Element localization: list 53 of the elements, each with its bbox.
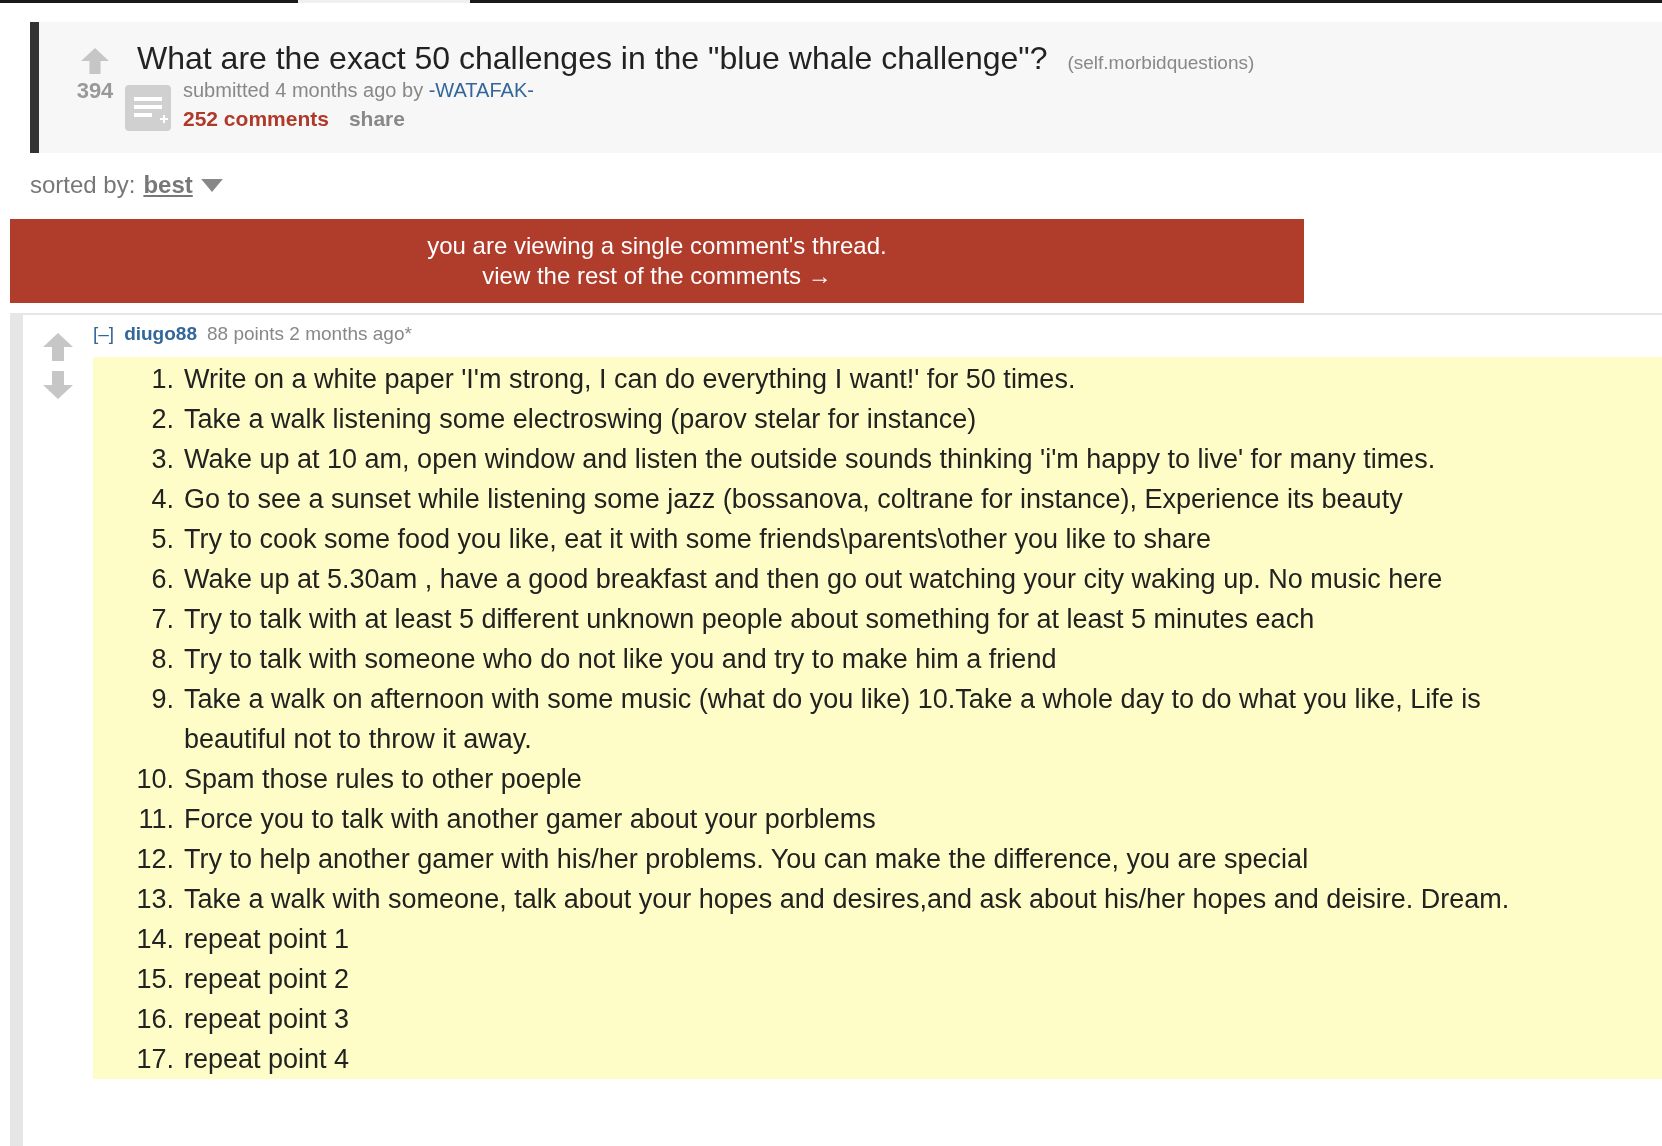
list-number: 16. bbox=[135, 1003, 174, 1036]
post-domain[interactable]: (self.morbidquestions) bbox=[1067, 52, 1255, 74]
list-item-text: Spam those rules to other poeple bbox=[184, 763, 582, 796]
list-item-text: Take a walk listening some electroswing (parov stelar for instance) bbox=[184, 403, 977, 436]
list-item-text: repeat point 2 bbox=[184, 963, 350, 996]
share-link[interactable]: share bbox=[348, 107, 405, 131]
list-number: 2. bbox=[150, 403, 174, 436]
banner-text: you are viewing a single comment's thread. bbox=[427, 231, 887, 261]
list-item-text: repeat point 1 bbox=[184, 923, 350, 956]
submitted-text: submitted 4 months ago by bbox=[183, 79, 424, 101]
view-all-link[interactable]: view the rest of the comments → bbox=[482, 261, 832, 291]
list-item-text: Try to talk with at least 5 different unknown people about something for at least 5 minutes each bbox=[184, 603, 1315, 636]
list-item-text: Try to talk with someone who do not like you and try to make him a friend bbox=[184, 643, 1057, 676]
list-item-text: Try to cook some food you like, eat it with some friends\parents\other you like to share bbox=[184, 523, 1211, 556]
list-number: 1. bbox=[150, 363, 174, 396]
list-number: 10. bbox=[135, 763, 174, 796]
author-link[interactable]: -WATAFAK- bbox=[428, 79, 534, 101]
list-number: 6. bbox=[150, 563, 174, 596]
list-number: 5. bbox=[150, 523, 174, 556]
collapse-toggle[interactable]: [–] bbox=[93, 323, 115, 345]
post-title[interactable]: What are the exact 50 challenges in the "blue whale challenge"? bbox=[137, 40, 1048, 77]
text-post-icon[interactable] bbox=[125, 85, 171, 131]
list-number: 11. bbox=[137, 803, 174, 836]
list-item-text: Go to see a sunset while listening some jazz (bossanova, coltrane for instance), Experience its beauty bbox=[184, 483, 1403, 516]
list-item-text: Write on a white paper 'I'm strong, I can do everything I want!' for 50 times. bbox=[184, 363, 1076, 396]
list-number: 15. bbox=[135, 963, 174, 996]
list-number: 7. bbox=[150, 603, 174, 636]
list-number: 8. bbox=[150, 643, 174, 676]
sort-dropdown[interactable]: best bbox=[143, 171, 193, 199]
comment-meta: 88 points 2 months ago* bbox=[206, 323, 412, 345]
list-item-text: repeat point 3 bbox=[184, 1003, 350, 1036]
sort-label: sorted by: bbox=[30, 171, 136, 199]
score: 394 bbox=[76, 78, 114, 104]
comments-link[interactable]: 252 comments bbox=[183, 107, 329, 131]
list-number: 9. bbox=[150, 683, 174, 716]
list-item-text: Take a walk with someone, talk about your hopes and desires,and ask about his/her hopes and deisire. Dream. bbox=[184, 883, 1510, 916]
upvote-icon[interactable] bbox=[42, 333, 74, 361]
list-number: 13. bbox=[135, 883, 174, 916]
list-item-text: Wake up at 5.30am , have a good breakfast and then go out watching your city waking up. No music here bbox=[184, 563, 1443, 596]
downvote-icon[interactable] bbox=[42, 371, 74, 399]
list-number: 12. bbox=[135, 843, 174, 876]
comment-author[interactable]: diugo88 bbox=[124, 323, 197, 345]
list-item-text: repeat point 4 bbox=[184, 1043, 350, 1076]
list-item-text: Try to help another gamer with his/her problems. You can make the difference, you are special bbox=[184, 843, 1309, 876]
list-item-text: Force you to talk with another gamer about your porblems bbox=[184, 803, 876, 836]
list-number: 3. bbox=[150, 443, 174, 476]
list-number: 4. bbox=[150, 483, 174, 516]
list-number: 14. bbox=[135, 923, 174, 956]
caret-icon[interactable] bbox=[200, 178, 223, 192]
list-item-text: Wake up at 10 am, open window and listen the outside sounds thinking 'i'm happy to live' for many times. bbox=[184, 443, 1436, 476]
list-item-text: Take a walk on afternoon with some music (what do you like) 10.Take a whole day to do what you like, Life is beautiful not to throw it away. bbox=[184, 683, 1482, 756]
upvote-icon[interactable] bbox=[80, 48, 110, 74]
list-number: 17. bbox=[135, 1043, 174, 1076]
